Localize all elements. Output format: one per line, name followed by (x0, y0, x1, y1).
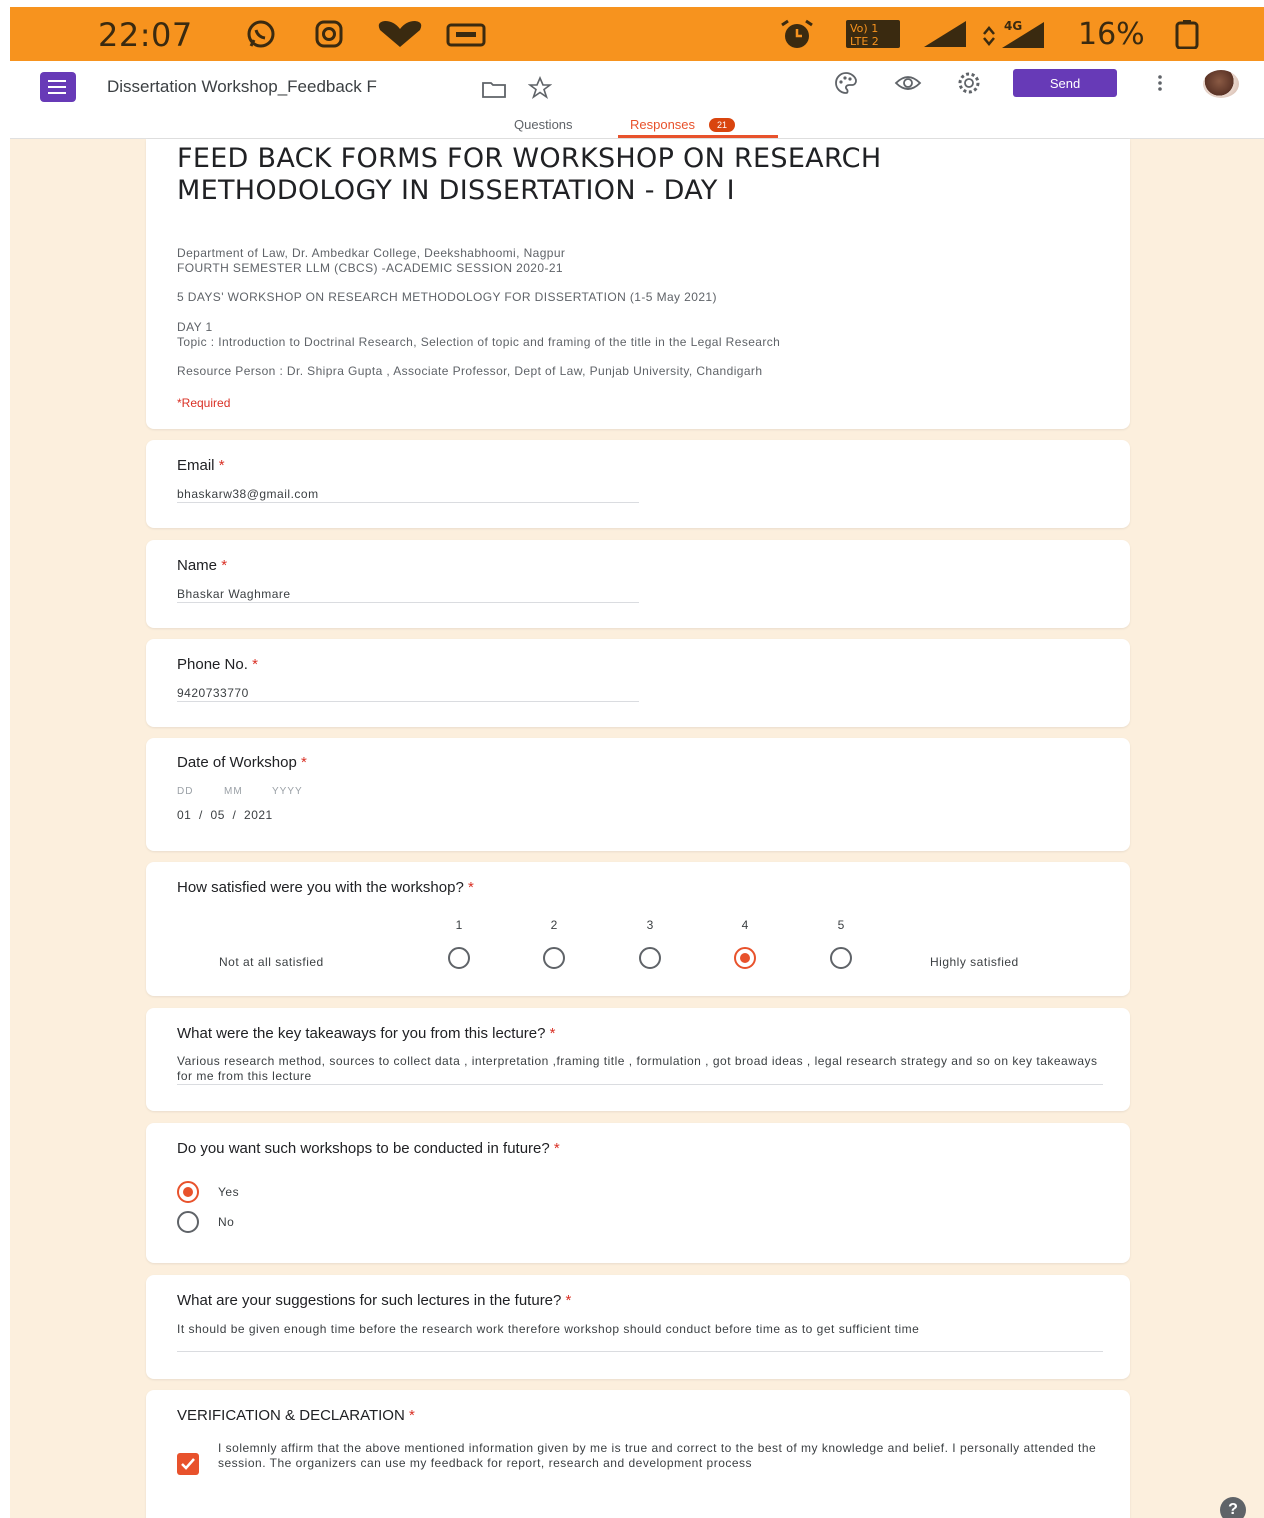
svg-text:LTE 2: LTE 2 (850, 35, 879, 48)
scale-number: 1 (455, 918, 463, 932)
form-day: DAY 1 (177, 320, 213, 334)
form-topic: Topic : Introduction to Doctrinal Resear… (177, 335, 781, 349)
svg-text:Vo) 1: Vo) 1 (850, 22, 878, 35)
instagram-icon (306, 19, 352, 49)
form-header-card: FEED BACK FORMS FOR WORKSHOP ON RESEARCH… (146, 139, 1130, 429)
app-bar: Dissertation Workshop_Feedback F Send Qu… (10, 61, 1264, 139)
option-no-label: No (218, 1215, 235, 1229)
check-icon (181, 1458, 195, 1470)
date-mm-label: MM (224, 786, 243, 797)
status-bar: 22:07 Vo) 1 LTE 2 4G 16% (10, 7, 1264, 61)
date-field[interactable]: 01 / 05 / 2021 (177, 808, 1100, 823)
question-title: Phone No. * (177, 656, 258, 673)
scale-radio-4[interactable] (734, 947, 756, 969)
signal-4g-icon: 4G (980, 19, 1048, 49)
name-field[interactable]: Bhaskar Waghmare (177, 587, 1100, 602)
question-title: Name * (177, 557, 228, 574)
form-canvas: FEED BACK FORMS FOR WORKSHOP ON RESEARCH… (10, 139, 1264, 1518)
question-suggestions: What are your suggestions for such lectu… (146, 1275, 1130, 1379)
question-takeaways: What were the key takeaways for you from… (146, 1008, 1130, 1111)
question-satisfaction: How satisfied were you with the workshop… (146, 862, 1130, 996)
field-underline (177, 1084, 1103, 1085)
question-title: Email * (177, 457, 225, 474)
question-title: What are your suggestions for such lectu… (177, 1292, 572, 1309)
help-icon[interactable]: ? (1220, 1497, 1246, 1518)
tab-responses[interactable]: Responses 21 (630, 117, 736, 132)
field-underline (177, 502, 639, 503)
declaration-checkbox[interactable] (177, 1453, 199, 1475)
tab-responses-label: Responses (630, 117, 696, 132)
scale-number: 3 (646, 918, 654, 932)
preview-eye-icon[interactable] (894, 69, 922, 97)
form-dept: Department of Law, Dr. Ambedkar College,… (177, 246, 566, 260)
google-forms-logo-icon[interactable] (40, 72, 76, 102)
field-underline (177, 602, 639, 603)
form-semester: FOURTH SEMESTER LLM (CBCS) -ACADEMIC SES… (177, 261, 563, 275)
scale-radio-3[interactable] (639, 947, 661, 969)
phone-field[interactable]: 9420733770 (177, 686, 1100, 701)
scale-radio-5[interactable] (830, 947, 852, 969)
question-title: What were the key takeaways for you from… (177, 1025, 556, 1042)
heart-icon (372, 19, 428, 49)
radio-no[interactable] (177, 1211, 199, 1233)
folder-icon[interactable] (480, 75, 508, 103)
scale-high-label: Highly satisfied (930, 955, 1019, 969)
scale-radio-1[interactable] (448, 947, 470, 969)
date-yyyy-label: YYYY (272, 786, 303, 797)
question-future-workshops: Do you want such workshops to be conduct… (146, 1123, 1130, 1263)
more-vert-icon[interactable] (1146, 69, 1174, 97)
question-date: Date of Workshop * DD MM YYYY 01 / 05 / … (146, 738, 1130, 851)
question-title: VERIFICATION & DECLARATION * (177, 1407, 415, 1424)
question-title: Do you want such workshops to be conduct… (177, 1140, 560, 1157)
declaration-text: I solemnly affirm that the above mention… (218, 1441, 1097, 1470)
volte-icon: Vo) 1 LTE 2 (844, 19, 902, 49)
responses-count-badge: 21 (709, 118, 736, 132)
radio-yes[interactable] (177, 1181, 199, 1203)
signal-icon (920, 19, 970, 49)
date-dd-label: DD (177, 786, 194, 797)
form-resource-person: Resource Person : Dr. Shipra Gupta , Ass… (177, 364, 763, 378)
question-title: How satisfied were you with the workshop… (177, 879, 474, 896)
avatar[interactable] (1203, 70, 1239, 98)
scale-radio-2[interactable] (543, 947, 565, 969)
form-title: FEED BACK FORMS FOR WORKSHOP ON RESEARCH… (177, 143, 882, 206)
question-phone: Phone No. * 9420733770 (146, 639, 1130, 727)
alarm-icon (774, 19, 820, 49)
document-title[interactable]: Dissertation Workshop_Feedback F (107, 77, 377, 97)
scale-number: 4 (741, 918, 749, 932)
scale-number: 5 (837, 918, 845, 932)
field-underline (177, 701, 639, 702)
settings-gear-icon[interactable] (955, 69, 983, 97)
whatsapp-icon (238, 19, 284, 49)
question-name: Name * Bhaskar Waghmare (146, 540, 1130, 628)
message-icon (442, 19, 490, 49)
suggestions-field[interactable]: It should be given enough time before th… (177, 1322, 1100, 1337)
palette-icon[interactable] (832, 69, 860, 97)
field-underline (177, 1351, 1103, 1352)
scale-low-label: Not at all satisfied (219, 955, 324, 969)
tab-questions[interactable]: Questions (514, 117, 573, 132)
tab-bar: Questions Responses 21 (10, 113, 1264, 139)
required-note: *Required (177, 396, 231, 410)
option-yes-label: Yes (218, 1185, 240, 1199)
network-label: 4G (1004, 19, 1022, 33)
question-email: Email * bhaskarw38@gmail.com (146, 440, 1130, 528)
takeaways-field[interactable]: Various research method, sources to coll… (177, 1054, 1100, 1084)
send-button[interactable]: Send (1013, 69, 1117, 97)
question-title: Date of Workshop * (177, 754, 307, 771)
active-tab-indicator (618, 135, 778, 138)
question-declaration: VERIFICATION & DECLARATION * I solemnly … (146, 1390, 1130, 1518)
scale-number: 2 (550, 918, 558, 932)
status-time: 22:07 (98, 16, 193, 54)
star-icon[interactable] (526, 74, 554, 102)
form-workshop: 5 DAYS' WORKSHOP ON RESEARCH METHODOLOGY… (177, 290, 717, 304)
battery-percent: 16% (1078, 17, 1145, 52)
battery-icon (1170, 19, 1202, 49)
email-field[interactable]: bhaskarw38@gmail.com (177, 487, 1100, 502)
